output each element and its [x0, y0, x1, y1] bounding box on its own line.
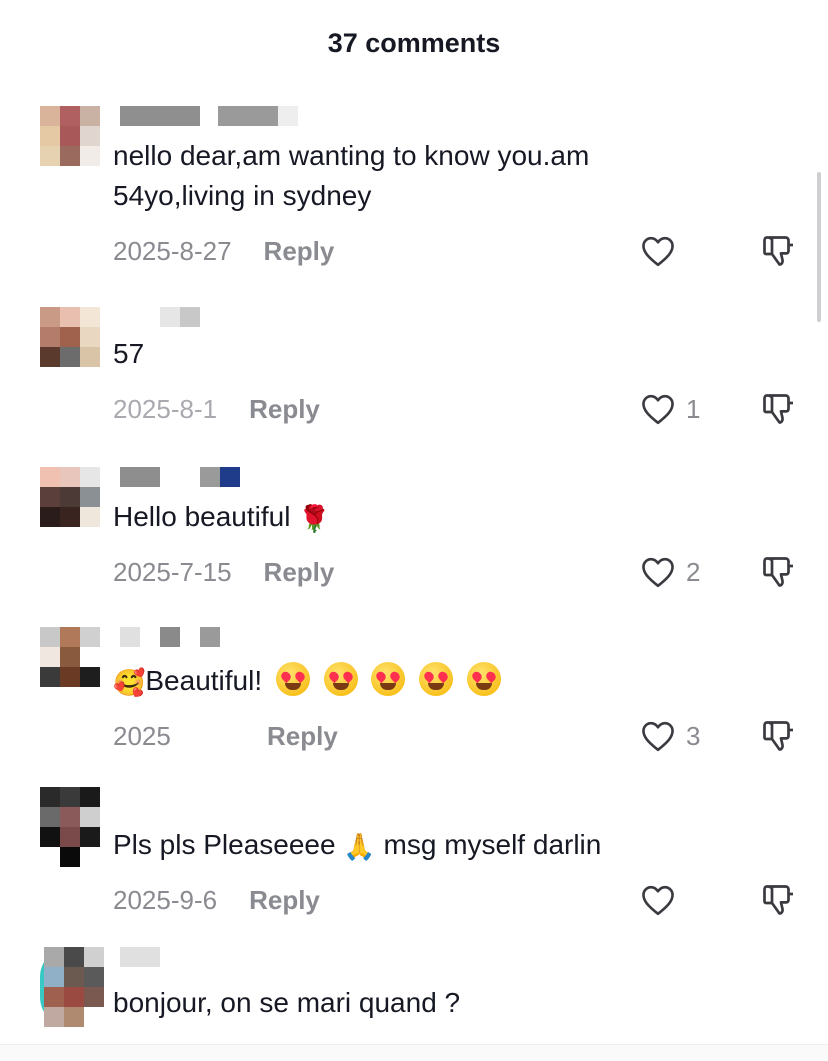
username-blurred[interactable]: [120, 307, 200, 327]
username-blurred[interactable]: [120, 467, 240, 487]
like-count: 2: [686, 556, 701, 587]
comment-meta: 2025-8-27 Reply: [113, 231, 334, 271]
comment-text-body: msg myself darlin: [383, 829, 602, 860]
like-count: 1: [686, 393, 701, 424]
comment-text-body: Hello beautiful: [113, 501, 291, 532]
comment-meta: 2025-8-1 Reply: [113, 389, 320, 429]
thumbs-down-outline-icon: [763, 236, 793, 266]
like-button[interactable]: 3: [640, 716, 700, 756]
comment-meta: 2025 Reply: [113, 716, 338, 756]
dislike-button[interactable]: [760, 231, 800, 271]
avatar[interactable]: [40, 307, 100, 367]
reply-button[interactable]: Reply: [264, 236, 335, 267]
reply-button[interactable]: Reply: [264, 557, 335, 588]
like-button[interactable]: 2: [640, 552, 700, 592]
dislike-button[interactable]: [760, 716, 800, 756]
like-count: 3: [686, 720, 701, 751]
heart-outline-icon: [642, 236, 674, 267]
thumbs-down-outline-icon: [763, 557, 793, 587]
heart-eyes-emoji-icon: [323, 662, 358, 696]
username-blurred[interactable]: [120, 106, 298, 126]
thumbs-down-outline-icon: [763, 721, 793, 751]
rose-emoji-icon: 🌹: [298, 503, 331, 534]
thumbs-down-outline-icon: [763, 394, 793, 424]
folded-hands-emoji-icon: 🙏: [343, 831, 376, 862]
heart-outline-icon: [642, 885, 674, 916]
comment-date: 2025-8-1: [113, 393, 218, 424]
comment-text-body: Beautiful!: [145, 665, 263, 696]
heart-eyes-emoji-icon: [275, 662, 310, 696]
comment-text: bonjour, on se mari quand ?: [113, 987, 461, 1018]
avatar[interactable]: [40, 106, 100, 166]
comment-meta: 2025-7-15 Reply: [113, 552, 334, 592]
heart-eyes-emoji-icon: [371, 662, 406, 696]
reply-button[interactable]: Reply: [249, 394, 320, 425]
dislike-button[interactable]: [760, 880, 800, 920]
dislike-button[interactable]: [760, 552, 800, 592]
reply-button[interactable]: Reply: [267, 721, 338, 752]
like-button[interactable]: [640, 880, 686, 920]
comment-text: Hello beautiful 🌹: [113, 497, 693, 539]
comments-header: 37 comments: [0, 0, 828, 86]
comment-text: nello dear,am wanting to know you.am 54y…: [113, 140, 590, 211]
reply-button[interactable]: Reply: [249, 885, 320, 916]
like-button[interactable]: [640, 231, 686, 271]
heart-outline-icon: [642, 557, 674, 588]
heart-outline-icon: [642, 721, 674, 752]
thumbs-down-outline-icon: [763, 885, 793, 915]
comment-text: 57: [113, 338, 145, 369]
username-blurred[interactable]: [120, 627, 220, 647]
avatar[interactable]: [40, 627, 100, 687]
comment-date: 2025-7-15: [113, 556, 232, 587]
comment-date: 2025-8-27: [113, 235, 232, 266]
avatar[interactable]: [40, 947, 104, 1027]
username-blurred[interactable]: [120, 947, 160, 967]
comment-date: 2025-9-6: [113, 884, 218, 915]
comment-text: Pls pls Pleaseeee 🙏 msg myself darlin: [113, 825, 693, 867]
comment-date: 2025: [113, 720, 171, 751]
comment-text: 🥰Beautiful!: [113, 661, 693, 703]
bottom-input-bar[interactable]: [0, 1044, 828, 1061]
like-button[interactable]: 1: [640, 389, 700, 429]
scrollbar[interactable]: [817, 172, 821, 322]
heart-eyes-emoji-icon: [467, 662, 502, 696]
comment-meta: 2025-9-6 Reply: [113, 880, 320, 920]
comments-count-title: 37 comments: [327, 28, 501, 58]
avatar[interactable]: [40, 787, 100, 867]
heart-outline-icon: [642, 394, 674, 425]
dislike-button[interactable]: [760, 389, 800, 429]
heart-eyes-emoji-icon: [419, 662, 454, 696]
avatar[interactable]: [40, 467, 100, 527]
comment-text-body: Pls pls Pleaseeee: [113, 829, 336, 860]
smiling-face-hearts-emoji-icon: 🥰: [113, 667, 146, 698]
